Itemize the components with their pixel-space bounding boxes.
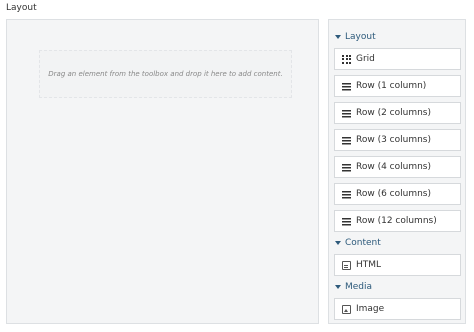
toolbox-item-label: Row (1 column) <box>356 81 427 91</box>
toolbox-item-label: Grid <box>356 54 375 64</box>
rows-icon <box>342 135 351 145</box>
toolbox-item-label: Row (12 columns) <box>356 216 437 226</box>
page-title: Layout <box>6 3 37 13</box>
toolbox-group-label: Layout <box>345 32 376 42</box>
toolbox-item-row-12-columns[interactable]: Row (12 columns) <box>334 210 461 232</box>
drop-zone-placeholder: Drag an element from the toolbox and dro… <box>48 70 283 78</box>
rows-icon <box>342 81 351 91</box>
rows-icon <box>342 108 351 118</box>
toolbox-item-row-3-columns[interactable]: Row (3 columns) <box>334 129 461 151</box>
layout-canvas[interactable]: Drag an element from the toolbox and dro… <box>6 19 319 324</box>
toolbox-item-row-1-column[interactable]: Row (1 column) <box>334 75 461 97</box>
rows-icon <box>342 189 351 199</box>
file-image-icon <box>342 304 351 314</box>
toolbox-group-label: Content <box>345 238 381 248</box>
caret-down-icon <box>335 285 341 289</box>
caret-down-icon <box>335 35 341 39</box>
toolbox-item-grid[interactable]: Grid <box>334 48 461 70</box>
toolbox-group-content-header[interactable]: Content <box>335 237 381 249</box>
toolbox-item-label: Row (2 columns) <box>356 108 432 118</box>
toolbox-panel: Layout Grid Row (1 column) Row (2 column… <box>328 19 466 324</box>
toolbox-item-row-2-columns[interactable]: Row (2 columns) <box>334 102 461 124</box>
drop-zone[interactable]: Drag an element from the toolbox and dro… <box>39 50 292 98</box>
caret-down-icon <box>335 241 341 245</box>
toolbox-item-row-6-columns[interactable]: Row (6 columns) <box>334 183 461 205</box>
grid-icon <box>342 54 351 64</box>
rows-icon <box>342 162 351 172</box>
toolbox-item-label: Image <box>356 304 385 314</box>
toolbox-item-html[interactable]: HTML <box>334 254 461 276</box>
toolbox-group-layout-header[interactable]: Layout <box>335 31 376 43</box>
toolbox-item-label: Row (3 columns) <box>356 135 432 145</box>
toolbox-item-row-4-columns[interactable]: Row (4 columns) <box>334 156 461 178</box>
toolbox-item-label: Row (4 columns) <box>356 162 432 172</box>
toolbox-item-label: Row (6 columns) <box>356 189 432 199</box>
file-code-icon <box>342 260 351 270</box>
toolbox-group-label: Media <box>345 282 373 292</box>
toolbox-item-label: HTML <box>356 260 382 270</box>
rows-icon <box>342 216 351 226</box>
toolbox-item-image[interactable]: Image <box>334 298 461 320</box>
toolbox-group-media-header[interactable]: Media <box>335 281 372 293</box>
